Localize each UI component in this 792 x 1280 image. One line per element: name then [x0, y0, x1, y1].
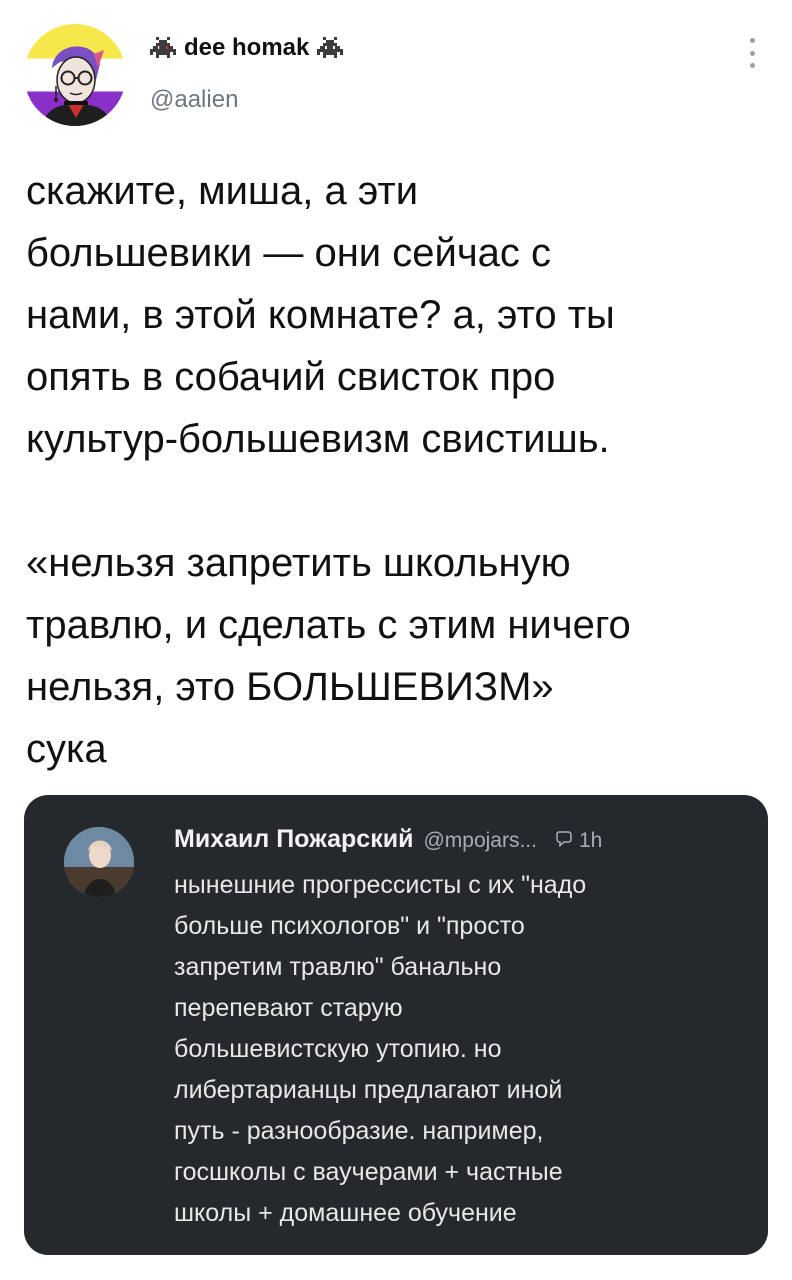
quoted-tweet-header: Михаил Пожарский @mpojars... 1h [174, 825, 754, 854]
reply-icon [556, 831, 572, 847]
author-avatar[interactable] [24, 24, 126, 126]
alien-icon [150, 37, 176, 58]
quoted-tweet-text: нынешние прогрессисты с их "надо больше … [174, 871, 587, 1227]
quoted-author-avatar[interactable] [64, 827, 134, 897]
author-handle[interactable]: @aalien [150, 86, 238, 114]
tweet-text: скажите, миша, а эти большевики — они се… [26, 169, 631, 771]
quoted-author-handle[interactable]: @mpojars... [423, 829, 537, 853]
more-options-icon[interactable] [742, 38, 762, 68]
quoted-tweet-time: 1h [578, 829, 603, 852]
alien-icon [317, 37, 344, 58]
quoted-tweet-card[interactable]: Михаил Пожарский @mpojars... 1h нынешние… [24, 795, 768, 1255]
author-name[interactable]: dee homak [184, 34, 309, 62]
quoted-author-name[interactable]: Михаил Пожарский [174, 825, 413, 854]
author-name-row[interactable]: dee homak [150, 34, 344, 62]
